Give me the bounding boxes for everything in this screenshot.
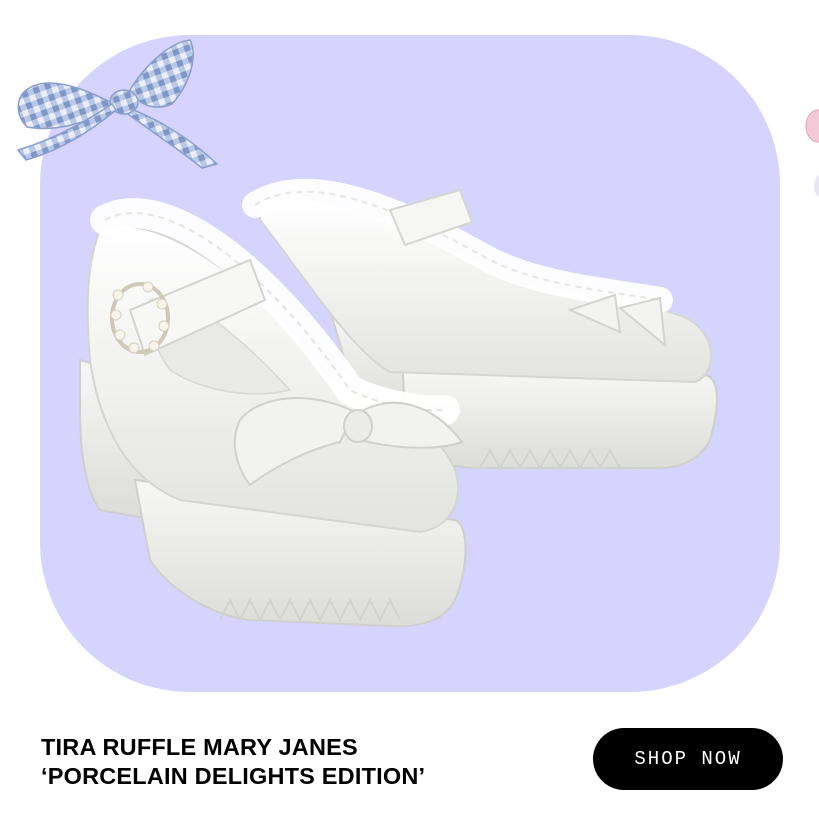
product-title: TIRA RUFFLE MARY JANES ‘PORCELAIN DELIGH…	[41, 733, 561, 791]
pink-flower-icon	[805, 109, 819, 198]
product-title-line-1: TIRA RUFFLE MARY JANES	[41, 734, 358, 760]
product-title-line-2: ‘PORCELAIN DELIGHTS EDITION’	[41, 763, 426, 789]
white-mary-jane-platform-shoes	[79, 178, 718, 628]
promo-card: TIRA RUFFLE MARY JANES ‘PORCELAIN DELIGH…	[0, 0, 819, 819]
shop-now-button[interactable]: SHOP NOW	[593, 728, 783, 790]
